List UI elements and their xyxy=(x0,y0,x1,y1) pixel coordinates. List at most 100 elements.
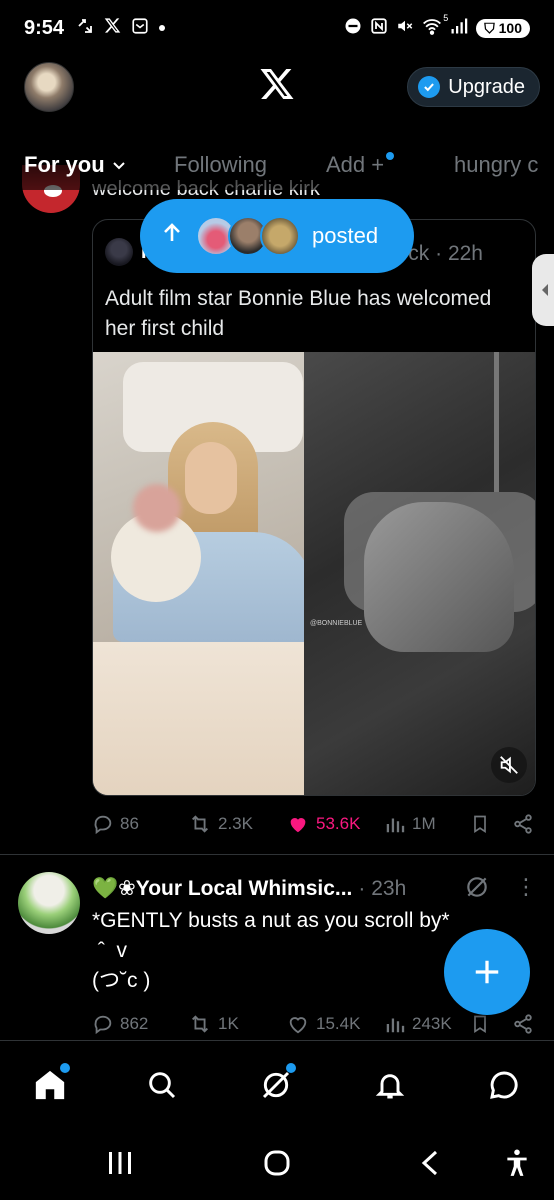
chat-bubble-icon xyxy=(490,1071,518,1099)
repost-count: 1K xyxy=(218,1014,239,1033)
pill-label: posted xyxy=(312,223,379,248)
bookmark-button[interactable] xyxy=(470,1013,490,1035)
pill-avatars xyxy=(196,216,300,256)
chevron-down-icon xyxy=(111,152,127,177)
tab-label: Add + xyxy=(326,152,385,177)
inbox-icon xyxy=(131,17,149,40)
repost-icon xyxy=(192,1015,208,1033)
compose-post-button[interactable] xyxy=(444,929,530,1015)
battery-shield-icon: ⛉ xyxy=(484,19,495,36)
dnd-icon xyxy=(344,17,362,39)
heart-filled-icon xyxy=(290,818,306,833)
views-count: 243K xyxy=(412,1014,452,1033)
tab-add[interactable]: Add + xyxy=(326,152,395,178)
wifi-tag: 5 xyxy=(443,13,449,23)
tab-hungry[interactable]: hungry c xyxy=(454,152,538,178)
quoted-post-text: Adult film star Bonnie Blue has welcomed… xyxy=(105,287,492,340)
tab-following[interactable]: Following xyxy=(174,152,267,178)
grok-badge-dot xyxy=(286,1063,296,1073)
edge-panel-handle[interactable] xyxy=(532,254,554,326)
post2-line: *GENTLY busts a nut as you scroll by* xyxy=(92,909,450,932)
bookmark-button[interactable] xyxy=(470,813,490,835)
status-bar: 9:54 5 ⛉ 100 xyxy=(0,0,554,56)
mute-toggle-button[interactable] xyxy=(491,747,527,783)
home-badge-dot xyxy=(60,1063,70,1073)
nav-notifications[interactable] xyxy=(370,1065,410,1105)
post2-line: (つ˘c ) xyxy=(92,969,151,992)
nav-messages[interactable] xyxy=(484,1065,524,1105)
tab-label: For you xyxy=(24,152,105,177)
system-status-icons: 5 ⛉ 100 xyxy=(344,13,530,39)
dot-icon xyxy=(159,25,166,31)
system-navigation xyxy=(0,1130,554,1200)
more-options-icon[interactable]: ⋮ xyxy=(515,874,537,900)
post2-time: · 23h xyxy=(358,876,407,900)
bookmark-icon xyxy=(474,815,486,834)
wifi-icon: 5 xyxy=(422,13,448,39)
repost-button[interactable]: 1K xyxy=(188,1013,239,1035)
upgrade-button[interactable]: Upgrade xyxy=(407,67,540,107)
like-button[interactable]: 53.6K xyxy=(286,813,360,835)
repost-icon xyxy=(192,815,208,833)
accessibility-icon[interactable] xyxy=(504,1148,530,1183)
quoted-post-meta: ck · 22h xyxy=(408,242,483,266)
tab-for-you[interactable]: For you xyxy=(24,152,127,178)
views-button[interactable]: 1M xyxy=(384,813,436,835)
nfc-icon xyxy=(370,17,388,39)
post1-actions: 86 2.3K 53.6K 1M xyxy=(92,809,542,839)
recent-apps-icon[interactable] xyxy=(106,1148,134,1183)
share-icon xyxy=(514,814,532,834)
timeline-tabs: For you Following Add + hungry c xyxy=(0,140,554,190)
quoted-author-avatar[interactable] xyxy=(105,238,133,266)
upgrade-label: Upgrade xyxy=(448,75,525,98)
profile-avatar[interactable] xyxy=(24,62,74,112)
reply-button[interactable]: 862 xyxy=(92,1013,148,1035)
bell-icon xyxy=(375,1074,405,1099)
reply-icon xyxy=(94,1015,112,1035)
quoted-time: · 22h xyxy=(435,242,483,265)
home-icon xyxy=(35,1070,65,1100)
grok-icon xyxy=(262,1071,290,1099)
quoted-post-card[interactable]: I ck · 22h Adult film star Bonnie Blue h… xyxy=(92,219,536,796)
link-icon xyxy=(76,17,94,40)
plus-icon xyxy=(475,960,499,984)
views-icon xyxy=(386,818,405,833)
tab-label: hungry c xyxy=(454,152,539,177)
bookmark-icon xyxy=(474,1015,486,1034)
post2-author-name[interactable]: 💚❀Your Local Whimsic... xyxy=(92,876,352,901)
like-count: 15.4K xyxy=(316,1014,361,1033)
pill-avatar xyxy=(260,216,300,256)
mute-icon xyxy=(396,17,414,39)
repost-count: 2.3K xyxy=(218,814,253,833)
post2-actions: 862 1K 15.4K 243K xyxy=(92,1009,542,1039)
notification-icons xyxy=(76,17,166,40)
post2-line: ˆ v xyxy=(92,939,133,962)
views-button[interactable]: 243K xyxy=(384,1013,452,1035)
post-media[interactable]: @BONNIEBLUE xyxy=(93,352,535,795)
media-watermark: @BONNIEBLUE xyxy=(310,620,363,627)
share-icon xyxy=(514,1014,532,1034)
share-button[interactable] xyxy=(512,813,534,835)
tab-label: Following xyxy=(174,152,267,177)
reply-button[interactable]: 86 xyxy=(92,813,139,835)
reply-count: 862 xyxy=(120,1014,149,1033)
share-button[interactable] xyxy=(512,1013,534,1035)
nav-search[interactable] xyxy=(142,1065,182,1105)
new-dot-icon xyxy=(386,152,395,160)
hide-circle-icon[interactable] xyxy=(464,874,490,905)
x-notification-icon xyxy=(104,17,121,39)
new-posts-pill[interactable]: posted xyxy=(140,199,414,273)
post2-avatar[interactable] xyxy=(18,872,80,934)
reply-icon xyxy=(94,815,112,835)
back-icon[interactable] xyxy=(418,1148,442,1183)
like-count: 53.6K xyxy=(316,814,361,833)
like-button[interactable]: 15.4K xyxy=(286,1013,360,1035)
battery-level: 100 xyxy=(498,19,522,36)
top-header: Upgrade xyxy=(0,56,554,136)
repost-button[interactable]: 2.3K xyxy=(188,813,253,835)
nav-grok[interactable] xyxy=(256,1063,296,1105)
nav-home[interactable] xyxy=(30,1063,70,1105)
x-logo-icon[interactable] xyxy=(259,66,295,102)
home-circle-icon[interactable] xyxy=(262,1148,292,1183)
battery-indicator: ⛉ 100 xyxy=(476,18,530,38)
